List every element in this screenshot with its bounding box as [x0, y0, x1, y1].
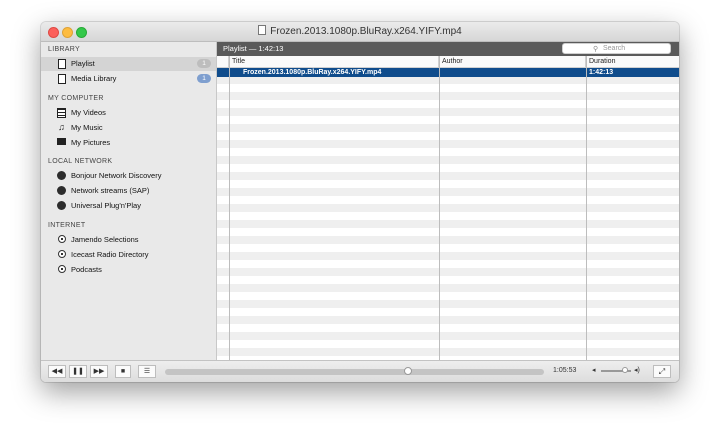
sidebar-item-label: My Pictures	[71, 138, 111, 147]
network-icon	[57, 171, 66, 180]
podcast-icon	[57, 265, 66, 274]
sidebar-item-label: My Videos	[71, 108, 106, 117]
sidebar-item-sap[interactable]: Network streams (SAP)	[41, 184, 216, 198]
column-divider	[229, 56, 230, 360]
playlist-header: Playlist — 1:42:13 ⚲ Search	[217, 42, 679, 56]
section-local-network: LOCAL NETWORK	[48, 158, 113, 165]
column-header-duration[interactable]: Duration	[586, 56, 679, 68]
playback-controls: ◀◀ ❚❚ ▶▶ ■ ☰ 1:05:53 ◂ ◂) ⤢	[41, 360, 679, 382]
column-header-index[interactable]	[217, 56, 229, 68]
count-badge: 1	[197, 59, 211, 68]
section-library: LIBRARY	[48, 46, 80, 53]
sidebar-item-my-pictures[interactable]: My Pictures	[41, 136, 216, 150]
vlc-window: Frozen.2013.1080p.BluRay.x264.YIFY.mp4 L…	[41, 22, 679, 382]
search-icon: ⚲	[593, 46, 599, 53]
picture-icon	[57, 138, 66, 147]
row-title: Frozen.2013.1080p.BluRay.x264.YIFY.mp4	[243, 69, 382, 76]
fullscreen-button[interactable]: ⤢	[653, 365, 671, 378]
pause-button[interactable]: ❚❚	[69, 365, 87, 378]
sidebar-item-label: Playlist	[71, 59, 95, 68]
sidebar-item-label: Podcasts	[71, 265, 102, 274]
sidebar-item-my-videos[interactable]: My Videos	[41, 106, 216, 120]
network-icon	[57, 201, 66, 210]
rewind-button[interactable]: ◀◀	[48, 365, 66, 378]
sidebar-item-label: Media Library	[71, 74, 117, 83]
playlist-duration-label: Playlist — 1:42:13	[223, 44, 284, 53]
volume-low-icon: ◂	[592, 367, 596, 374]
volume-high-icon: ◂)	[634, 367, 640, 374]
playlist-icon	[57, 59, 66, 69]
search-placeholder: Search	[603, 45, 626, 52]
podcast-icon	[57, 250, 66, 259]
section-internet: INTERNET	[48, 222, 86, 229]
elapsed-time: 1:05:53	[553, 367, 577, 374]
sidebar-item-label: Bonjour Network Discovery	[71, 171, 162, 180]
media-library-icon	[57, 74, 66, 84]
title-bar[interactable]: Frozen.2013.1080p.BluRay.x264.YIFY.mp4	[41, 22, 679, 42]
sidebar: LIBRARY Playlist 1 Media Library 1 MY CO…	[41, 42, 217, 360]
sidebar-item-label: Network streams (SAP)	[71, 186, 150, 195]
window-title: Frozen.2013.1080p.BluRay.x264.YIFY.mp4	[41, 25, 679, 37]
sidebar-item-playlist[interactable]: Playlist 1	[41, 57, 216, 71]
sidebar-item-label: My Music	[71, 123, 103, 132]
volume-control[interactable]: ◂ ◂)	[592, 366, 644, 376]
table-row[interactable]: Frozen.2013.1080p.BluRay.x264.YIFY.mp4 1…	[217, 68, 679, 77]
sidebar-item-upnp[interactable]: Universal Plug'n'Play	[41, 199, 216, 213]
podcast-icon	[57, 235, 66, 244]
music-note-icon: ♫	[58, 122, 65, 132]
row-duration: 1:42:13	[589, 69, 614, 76]
sidebar-item-my-music[interactable]: ♫ My Music	[41, 121, 216, 135]
sidebar-item-label: Icecast Radio Directory	[71, 250, 149, 259]
sidebar-item-label: Jamendo Selections	[71, 235, 139, 244]
seek-slider[interactable]	[165, 367, 544, 375]
sidebar-item-icecast[interactable]: Icecast Radio Directory	[41, 248, 216, 262]
network-icon	[57, 186, 66, 195]
sidebar-item-media-library[interactable]: Media Library 1	[41, 72, 216, 86]
column-header-author[interactable]: Author	[439, 56, 586, 68]
column-header-title[interactable]: Title	[229, 56, 439, 68]
forward-button[interactable]: ▶▶	[90, 365, 108, 378]
document-icon	[258, 25, 267, 35]
playlist-pane: Playlist — 1:42:13 ⚲ Search Title Author…	[217, 42, 679, 360]
sidebar-item-podcasts[interactable]: Podcasts	[41, 263, 216, 277]
column-divider	[439, 56, 440, 360]
sidebar-item-jamendo[interactable]: Jamendo Selections	[41, 233, 216, 247]
playlist-rows	[217, 68, 679, 360]
section-my-computer: MY COMPUTER	[48, 95, 104, 102]
search-input[interactable]: ⚲ Search	[562, 43, 671, 54]
count-badge: 1	[197, 74, 211, 83]
seek-knob[interactable]	[403, 367, 412, 375]
window-title-text: Frozen.2013.1080p.BluRay.x264.YIFY.mp4	[270, 26, 462, 37]
sidebar-item-bonjour[interactable]: Bonjour Network Discovery	[41, 169, 216, 183]
volume-knob[interactable]	[622, 367, 628, 373]
sidebar-item-label: Universal Plug'n'Play	[71, 201, 141, 210]
stop-button[interactable]: ■	[115, 365, 131, 378]
film-icon	[57, 108, 66, 118]
column-divider	[586, 56, 587, 360]
playlist-toggle-button[interactable]: ☰	[138, 365, 156, 378]
